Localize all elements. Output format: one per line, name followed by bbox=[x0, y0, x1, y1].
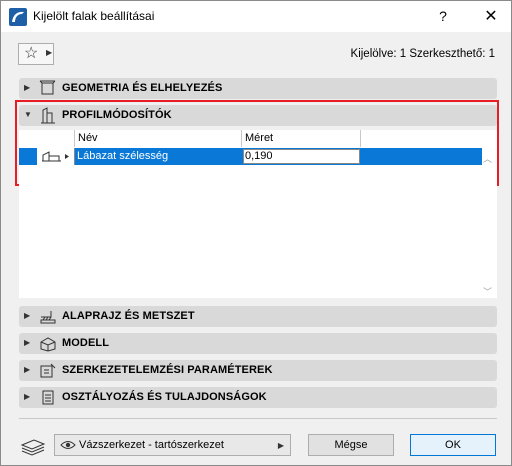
chevron-right-icon: ▶ bbox=[277, 441, 284, 450]
dialog-client: ☆ ▶ Kijelölve: 1 Szerkeszthető: 1 ▶ GEOM… bbox=[1, 32, 511, 465]
dialog-window: Kijelölt falak beállításai ? ✕ ☆ ▶ Kijel… bbox=[0, 0, 512, 466]
row-icon-cell[interactable] bbox=[37, 148, 75, 165]
expand-triangle-icon: ▶ bbox=[24, 338, 31, 347]
structural-analysis-icon bbox=[40, 363, 56, 378]
star-icon: ☆ bbox=[24, 45, 39, 62]
model-3d-icon bbox=[40, 337, 56, 352]
panel-alaprajz[interactable]: ▶ ALAPRAJZ ÉS METSZET bbox=[19, 306, 497, 327]
ok-button[interactable]: OK bbox=[410, 434, 496, 456]
panel-szerkezetelemzes[interactable]: ▶ SZERKEZETELEMZÉSI PARAMÉTEREK bbox=[19, 360, 497, 381]
favorites-button[interactable]: ☆ ▶ bbox=[18, 43, 54, 65]
profile-modifier-icon bbox=[41, 107, 55, 124]
panel-geometria[interactable]: ▶ GEOMETRIA ÉS ELHELYEZÉS bbox=[19, 78, 497, 99]
panel-label: MODELL bbox=[62, 337, 110, 349]
panel-profilmodositok[interactable]: ▼ PROFILMÓDOSÍTÓK bbox=[19, 105, 497, 126]
help-button[interactable]: ? bbox=[425, 1, 461, 32]
expand-triangle-icon: ▶ bbox=[24, 392, 31, 401]
expand-triangle-icon: ▶ bbox=[24, 83, 31, 92]
panel-label: SZERKEZETELEMZÉSI PARAMÉTEREK bbox=[62, 364, 273, 376]
panel-label: GEOMETRIA ÉS ELHELYEZÉS bbox=[62, 82, 223, 94]
window-title: Kijelölt falak beállításai bbox=[33, 9, 155, 23]
archicad-app-icon bbox=[9, 8, 27, 26]
collapse-triangle-icon: ▼ bbox=[24, 110, 32, 119]
title-bar: Kijelölt falak beállításai ? ✕ bbox=[1, 1, 511, 32]
column-header-size[interactable]: Méret bbox=[245, 130, 273, 147]
expand-triangle-icon: ▶ bbox=[24, 365, 31, 374]
chevron-right-icon: ▶ bbox=[46, 48, 53, 57]
panel-osztalyozas[interactable]: ▶ OSZTÁLYOZÁS ÉS TULAJDONSÁGOK bbox=[19, 387, 497, 408]
close-button[interactable]: ✕ bbox=[471, 1, 511, 32]
cancel-button[interactable]: Mégse bbox=[308, 434, 394, 456]
panel-label: OSZTÁLYOZÁS ÉS TULAJDONSÁGOK bbox=[62, 391, 267, 403]
column-divider bbox=[360, 130, 361, 147]
divider bbox=[19, 418, 497, 419]
selection-info: Kijelölve: 1 Szerkeszthető: 1 bbox=[350, 48, 495, 60]
floor-plan-section-icon bbox=[40, 311, 56, 324]
scroll-down-icon[interactable]: ﹀ bbox=[483, 285, 492, 298]
panel-label: ALAPRAJZ ÉS METSZET bbox=[62, 310, 195, 322]
modifier-table: Név Méret Lábazat szélesség 0,190 ︿ ﹀ bbox=[19, 130, 497, 298]
profile-modifier-icon bbox=[42, 151, 69, 162]
panel-label: PROFILMÓDOSÍTÓK bbox=[62, 109, 172, 121]
table-row[interactable]: Lábazat szélesség 0,190 bbox=[19, 148, 482, 165]
layer-settings-icon[interactable] bbox=[20, 437, 46, 457]
layer-dropdown[interactable]: Vázszerkezet - tartószerkezet ▶ bbox=[54, 434, 291, 456]
eye-icon bbox=[60, 441, 76, 449]
expand-triangle-icon: ▶ bbox=[24, 311, 31, 320]
scroll-up-icon[interactable]: ︿ bbox=[483, 152, 492, 165]
column-divider bbox=[74, 130, 75, 147]
row-name: Lábazat szélesség bbox=[77, 150, 169, 162]
size-input[interactable]: 0,190 bbox=[243, 149, 360, 164]
column-header-name[interactable]: Név bbox=[78, 130, 98, 147]
column-divider bbox=[241, 130, 242, 147]
layer-dropdown-value: Vázszerkezet - tartószerkezet bbox=[79, 439, 224, 451]
wall-geometry-icon bbox=[39, 80, 56, 95]
panel-modell[interactable]: ▶ MODELL bbox=[19, 333, 497, 354]
classification-icon bbox=[42, 390, 54, 405]
